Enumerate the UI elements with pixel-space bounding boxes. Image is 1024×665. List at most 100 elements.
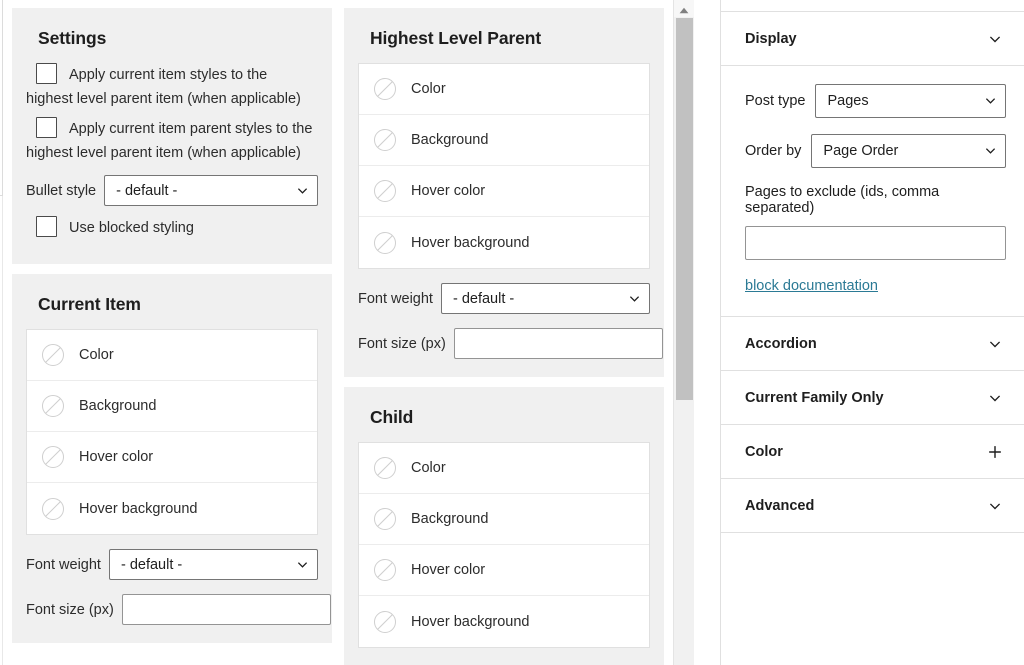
no-color-circle-icon: [373, 231, 397, 255]
no-color-circle-icon: [373, 128, 397, 152]
swatch-label-hover-background: Hover background: [79, 500, 198, 517]
font-size-label: Font size (px): [358, 335, 446, 352]
swatch-row-hover-color[interactable]: Hover color: [359, 166, 649, 217]
chevron-down-icon: [985, 145, 996, 156]
checkbox-apply-current-styles-label: Apply current item styles to the highest…: [26, 67, 301, 107]
chevron-down-icon[interactable]: [984, 333, 1006, 355]
swatch-label-hover-color: Hover color: [411, 183, 486, 199]
editor-column-middle: Highest Level Parent Color Background Ho…: [344, 0, 664, 665]
order-by-label: Order by: [745, 143, 802, 159]
font-weight-value: - default -: [120, 556, 183, 573]
field-row-bullet-style: Bullet style - default -: [26, 175, 318, 206]
no-color-circle-icon: [41, 497, 65, 521]
no-color-circle-icon: [41, 394, 65, 418]
sidebar-display-body: Post type Pages Order by Page Order Page…: [721, 66, 1024, 317]
font-weight-select[interactable]: - default -: [440, 283, 650, 314]
swatch-label-background: Background: [411, 132, 489, 148]
panel-settings-title: Settings: [38, 28, 107, 48]
swatch-row-hover-color[interactable]: Hover color: [359, 545, 649, 596]
checkbox-apply-parent-styles[interactable]: [36, 117, 57, 138]
panel-highest-level-parent-title: Highest Level Parent: [370, 28, 542, 48]
sidebar-section-accordion[interactable]: Accordion: [721, 317, 1024, 371]
field-group-pages-to-exclude: Pages to exclude (ids, comma separated): [745, 184, 1006, 260]
inspector-sidebar: Display Post type Pages Order by Page Or…: [694, 0, 1024, 665]
checkbox-apply-current-styles[interactable]: [36, 63, 57, 84]
scrollbar-thumb[interactable]: [676, 18, 693, 400]
post-type-label: Post type: [745, 93, 806, 109]
sidebar-section-accordion-title: Accordion: [745, 335, 817, 352]
sidebar-section-current-family-only-title: Current Family Only: [745, 389, 884, 406]
font-weight-label: Font weight: [26, 556, 101, 573]
font-weight-value: - default -: [452, 290, 515, 307]
order-by-select[interactable]: Page Order: [811, 134, 1006, 168]
font-weight-label: Font weight: [358, 290, 433, 307]
swatch-row-hover-color[interactable]: Hover color: [27, 432, 317, 483]
checkbox-row-apply-parent-styles[interactable]: Apply current item parent styles to the …: [26, 117, 318, 165]
editor-canvas: Settings Apply current item styles to th…: [0, 0, 694, 665]
checkbox-blocked-styling-label: Use blocked styling: [69, 220, 194, 236]
swatch-label-color: Color: [411, 81, 446, 97]
swatch-row-color[interactable]: Color: [359, 443, 649, 494]
canvas-left-divider: [2, 0, 3, 195]
panel-current-item-title: Current Item: [38, 294, 141, 314]
canvas-left-divider-tick: [0, 195, 3, 196]
swatch-row-color[interactable]: Color: [27, 330, 317, 381]
swatch-label-hover-color: Hover color: [411, 562, 486, 578]
panel-settings: Settings Apply current item styles to th…: [12, 8, 332, 264]
canvas-left-divider-lower: [2, 196, 3, 665]
sidebar-section-display[interactable]: Display: [721, 12, 1024, 66]
checkbox-blocked-styling[interactable]: [36, 216, 57, 237]
chevron-down-icon[interactable]: [984, 28, 1006, 50]
panel-highest-level-parent: Highest Level Parent Color Background Ho…: [344, 8, 664, 377]
swatch-label-hover-color: Hover color: [79, 449, 154, 465]
scrollbar-up-button[interactable]: [674, 0, 694, 17]
swatch-row-background[interactable]: Background: [359, 494, 649, 545]
triangle-up-icon: [679, 1, 689, 17]
no-color-circle-icon: [373, 77, 397, 101]
no-color-circle-icon: [41, 343, 65, 367]
no-color-circle-icon: [373, 610, 397, 634]
post-type-value: Pages: [827, 93, 869, 109]
editor-column-left: Settings Apply current item styles to th…: [12, 0, 332, 643]
sidebar-section-current-family-only[interactable]: Current Family Only: [721, 371, 1024, 425]
field-row-font-size: Font size (px): [26, 594, 331, 625]
block-documentation-link[interactable]: block documentation: [745, 278, 878, 294]
sidebar-section-color[interactable]: Color: [721, 425, 1024, 479]
pages-to-exclude-input[interactable]: [745, 226, 1006, 260]
swatch-label-background: Background: [411, 511, 489, 527]
swatch-label-color: Color: [411, 460, 446, 476]
pages-to-exclude-label: Pages to exclude (ids, comma separated): [745, 184, 940, 216]
swatch-row-color[interactable]: Color: [359, 64, 649, 115]
no-color-circle-icon: [373, 507, 397, 531]
checkbox-row-blocked-styling[interactable]: Use blocked styling: [26, 216, 318, 240]
post-type-select[interactable]: Pages: [815, 84, 1006, 118]
font-size-input[interactable]: [453, 328, 663, 359]
no-color-circle-icon: [373, 179, 397, 203]
sidebar-section-advanced[interactable]: Advanced: [721, 479, 1024, 533]
field-row-order-by: Order by Page Order: [745, 134, 1006, 168]
checkbox-row-apply-current-styles[interactable]: Apply current item styles to the highest…: [26, 63, 318, 111]
sidebar-section-display-title: Display: [745, 30, 797, 47]
font-weight-select[interactable]: - default -: [108, 549, 318, 580]
sidebar-panel: Display Post type Pages Order by Page Or…: [720, 0, 1024, 665]
swatch-row-background[interactable]: Background: [359, 115, 649, 166]
editor-scrollbar[interactable]: [673, 0, 694, 665]
swatch-label-hover-background: Hover background: [411, 613, 530, 630]
plus-icon[interactable]: [984, 441, 1006, 463]
swatch-row-background[interactable]: Background: [27, 381, 317, 432]
font-size-label: Font size (px): [26, 601, 114, 618]
swatch-row-hover-background[interactable]: Hover background: [359, 596, 649, 647]
font-size-input[interactable]: [121, 594, 331, 625]
swatch-row-hover-background[interactable]: Hover background: [359, 217, 649, 268]
bullet-style-select[interactable]: - default -: [104, 175, 318, 206]
current-item-swatch-list: Color Background Hover color Hover backg…: [26, 329, 318, 535]
chevron-down-icon[interactable]: [984, 387, 1006, 409]
sidebar-gutter: [694, 0, 720, 665]
chevron-down-icon[interactable]: [984, 495, 1006, 517]
no-color-circle-icon: [373, 558, 397, 582]
swatch-row-hover-background[interactable]: Hover background: [27, 483, 317, 534]
order-by-value: Page Order: [823, 143, 899, 159]
field-row-font-weight: Font weight - default -: [358, 283, 650, 314]
field-row-post-type: Post type Pages: [745, 84, 1006, 118]
sidebar-section-advanced-title: Advanced: [745, 497, 815, 514]
